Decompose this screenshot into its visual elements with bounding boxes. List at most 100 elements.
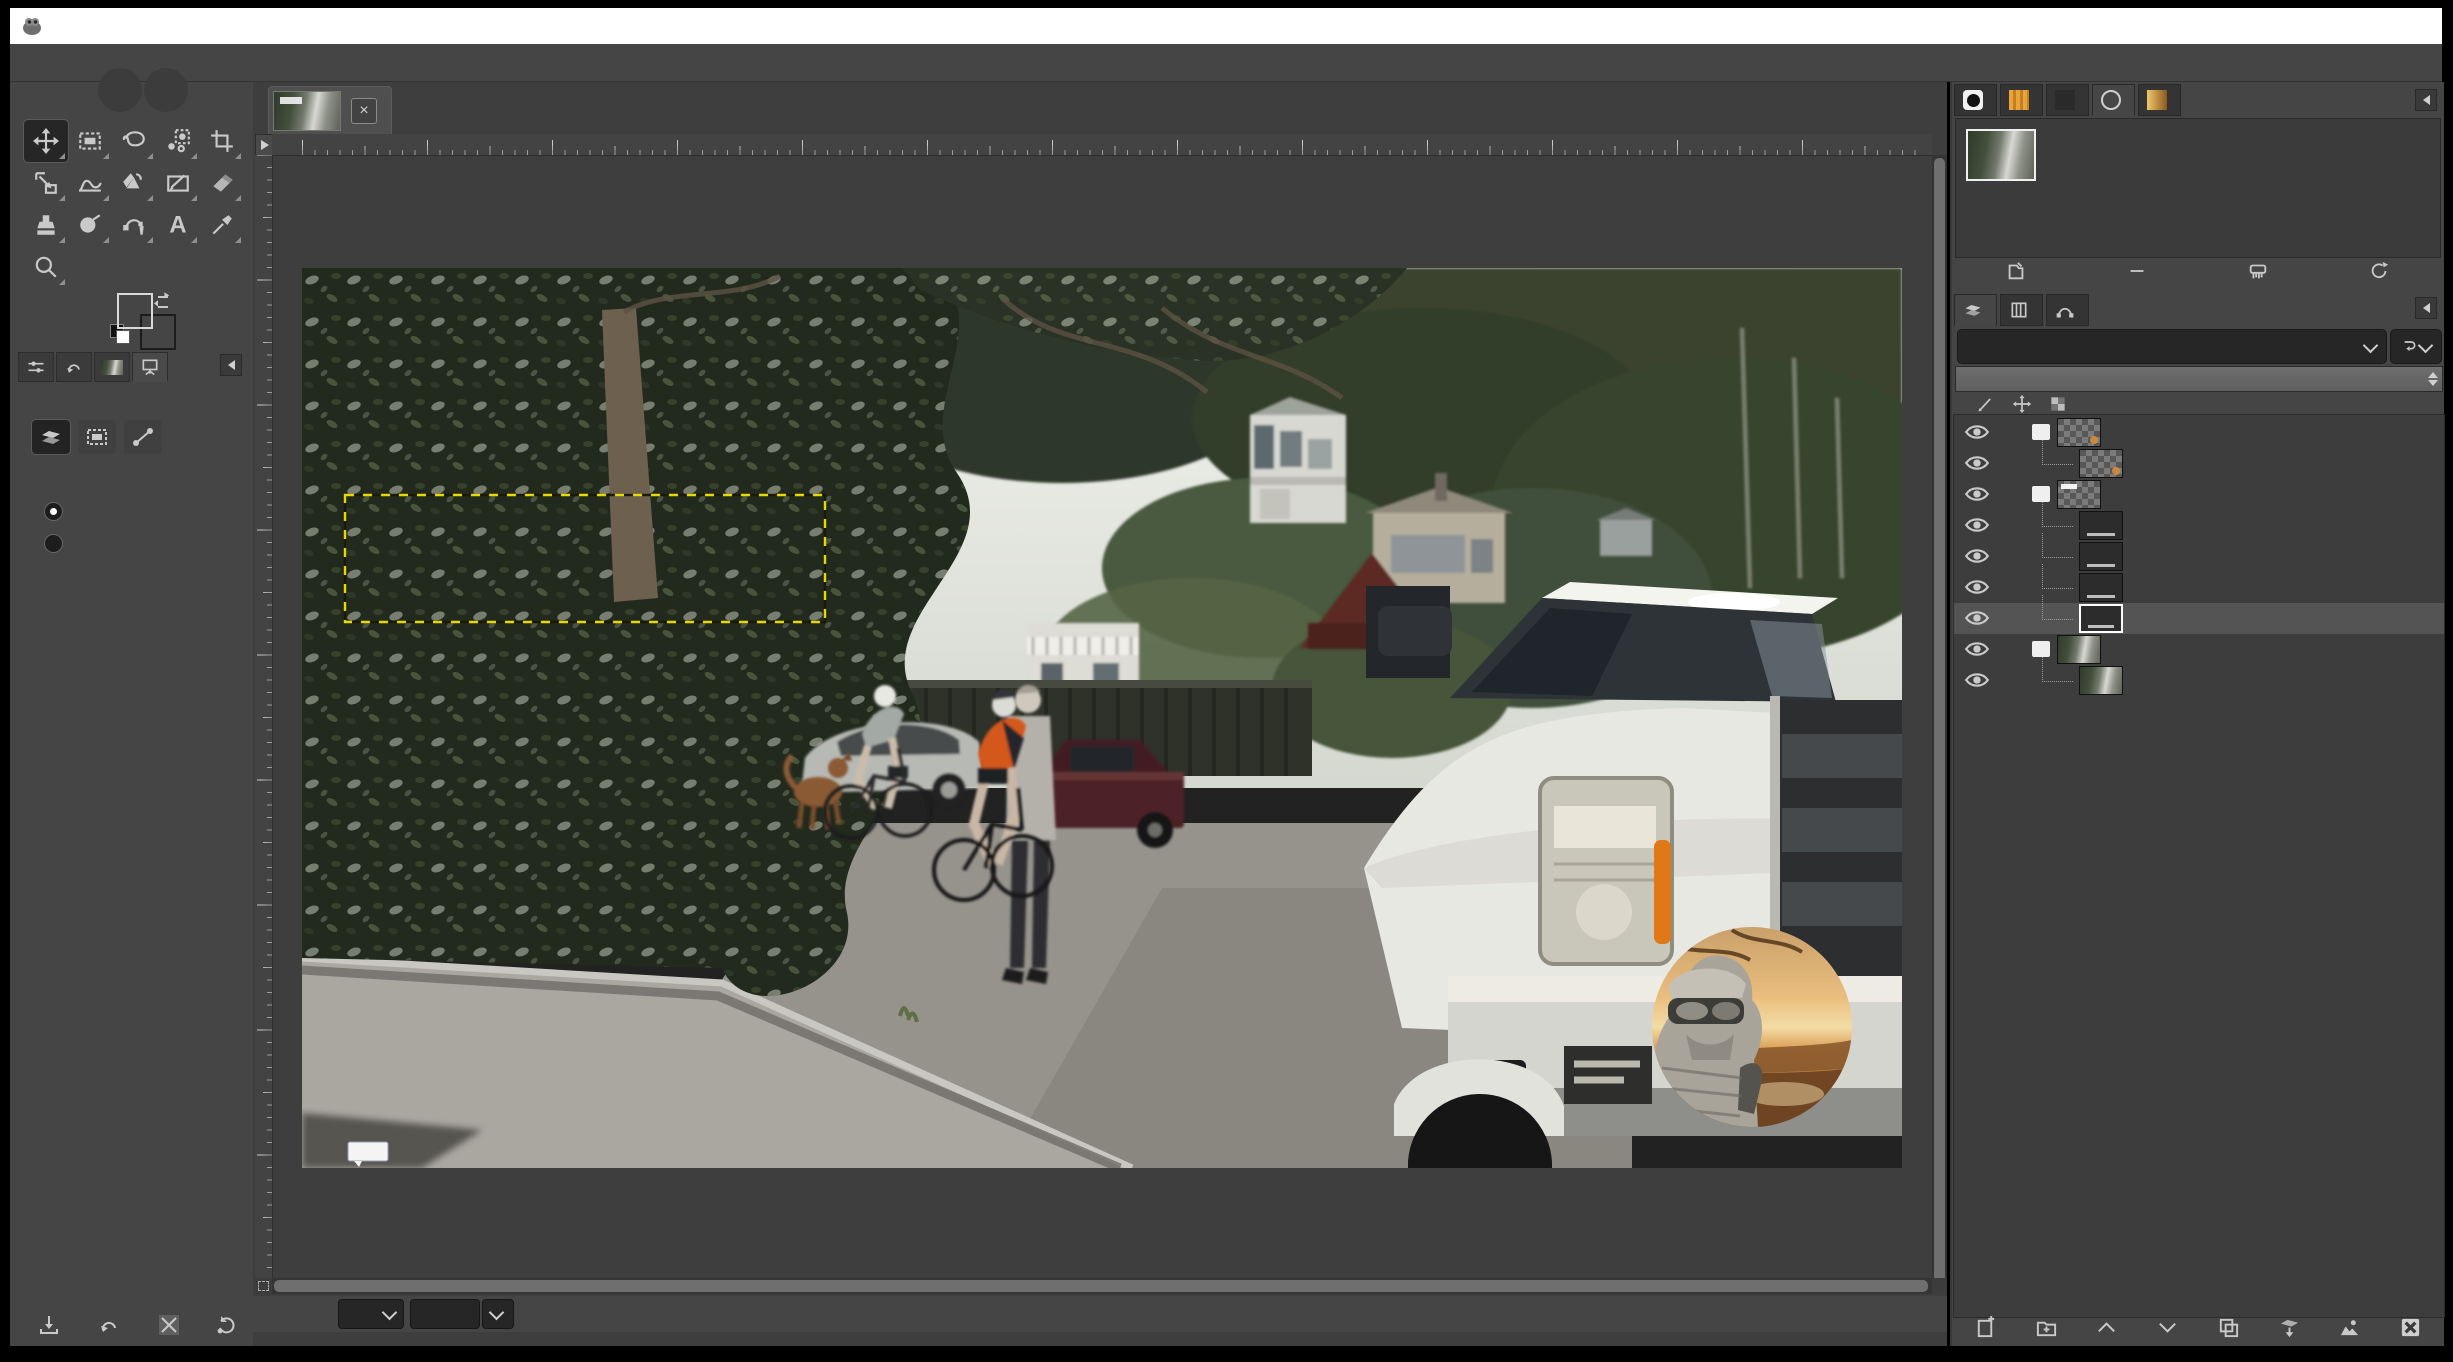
layer-row-title-group[interactable] xyxy=(1954,479,2445,510)
tool-smudge[interactable] xyxy=(68,204,112,246)
tool-paths[interactable] xyxy=(112,204,156,246)
v-scrollbar[interactable] xyxy=(1932,155,1947,1292)
lock-alpha-icon[interactable] xyxy=(2048,394,2068,414)
layer-row-background-group[interactable] xyxy=(1954,634,2445,665)
open-entry-button[interactable] xyxy=(2001,258,2031,284)
layer-row-logo-png[interactable] xyxy=(1954,448,2445,479)
h-ruler[interactable] xyxy=(272,134,1932,156)
menu-colors[interactable] xyxy=(180,59,202,67)
zoom-value[interactable] xyxy=(410,1299,480,1329)
text-layer-icon[interactable] xyxy=(2079,604,2123,633)
mode-dropdown[interactable] xyxy=(1957,329,2387,364)
new-layer-button[interactable] xyxy=(1970,1314,2000,1340)
menu-select[interactable] xyxy=(76,59,98,67)
visibility-eye-icon[interactable] xyxy=(1964,669,1990,691)
menu-edit[interactable] xyxy=(50,59,72,67)
menu-file[interactable] xyxy=(24,59,46,67)
opacity-spinner[interactable] xyxy=(2428,372,2438,386)
tool-eraser[interactable] xyxy=(200,162,244,204)
visibility-eye-icon[interactable] xyxy=(1964,576,1990,598)
tab-paths[interactable] xyxy=(2046,294,2089,326)
remove-entry-button[interactable] xyxy=(2122,258,2152,284)
tool-clone[interactable] xyxy=(24,204,68,246)
tool-move[interactable] xyxy=(24,120,68,162)
tool-paintbrush[interactable] xyxy=(156,162,200,204)
menu-filters[interactable] xyxy=(232,59,254,67)
merge-layer-button[interactable] xyxy=(2274,1314,2304,1340)
menu-image[interactable] xyxy=(128,59,150,67)
fg-color-swatch[interactable] xyxy=(117,293,153,329)
visibility-eye-icon[interactable] xyxy=(1964,545,1990,567)
restore-tool-preset-button[interactable] xyxy=(92,1310,126,1340)
maximize-button[interactable] xyxy=(2333,8,2391,44)
mode-switch-button[interactable] xyxy=(2390,329,2442,364)
visibility-eye-icon[interactable] xyxy=(1964,452,1990,474)
raise-layer-button[interactable] xyxy=(2092,1314,2122,1340)
move-path-mode-button[interactable] xyxy=(124,420,162,454)
new-layer-group-button[interactable] xyxy=(2031,1314,2061,1340)
tool-rectangle-select[interactable] xyxy=(68,120,112,162)
menu-tools[interactable] xyxy=(206,59,228,67)
tab-fonts[interactable] xyxy=(2046,84,2089,116)
tab-patterns[interactable] xyxy=(2000,84,2043,116)
visibility-eye-icon[interactable] xyxy=(1964,638,1990,660)
quickmask-toggle[interactable] xyxy=(255,1278,272,1294)
tab-document-history[interactable] xyxy=(2092,84,2135,116)
text-layer-icon[interactable] xyxy=(2079,573,2123,602)
lock-position-icon[interactable] xyxy=(2012,394,2032,414)
menu-help[interactable] xyxy=(284,59,306,67)
tab-gradients[interactable] xyxy=(2138,84,2181,116)
tool-zoom[interactable] xyxy=(24,246,68,288)
lock-pixels-icon[interactable] xyxy=(1976,394,1996,414)
zoom-select[interactable] xyxy=(482,1299,514,1329)
delete-tool-preset-button[interactable] xyxy=(152,1310,186,1340)
tool-warp[interactable] xyxy=(68,162,112,204)
tab-layers[interactable] xyxy=(1954,294,1997,326)
layer-row-pasted-layer[interactable] xyxy=(1954,665,2445,696)
collapse-dock-button[interactable] xyxy=(2415,89,2437,111)
delete-layer-button[interactable] xyxy=(2396,1314,2426,1340)
opacity-slider[interactable] xyxy=(1955,366,2443,392)
tool-transform[interactable] xyxy=(24,162,68,204)
tool-bucket-fill[interactable] xyxy=(112,162,156,204)
image-tab[interactable]: × xyxy=(268,86,392,135)
menu-view[interactable] xyxy=(102,59,124,67)
tab-tool-presets[interactable] xyxy=(132,352,168,382)
visibility-eye-icon[interactable] xyxy=(1964,421,1990,443)
tool-crop[interactable] xyxy=(200,120,244,162)
tab-channels[interactable] xyxy=(2000,294,2043,326)
radio-move-active[interactable] xyxy=(44,534,75,556)
tab-tool-options[interactable] xyxy=(18,352,54,382)
image-tab-close-icon[interactable]: × xyxy=(351,98,377,124)
layer-row-title-foreground[interactable] xyxy=(1954,510,2445,541)
duplicate-layer-button[interactable] xyxy=(2213,1314,2243,1340)
visibility-eye-icon[interactable] xyxy=(1964,483,1990,505)
tab-undo-history[interactable] xyxy=(56,352,92,382)
visibility-eye-icon[interactable] xyxy=(1964,514,1990,536)
layer-thumbnail[interactable] xyxy=(2079,666,2123,695)
group-expand-toggle[interactable] xyxy=(2032,424,2050,440)
collapse-dock-button[interactable] xyxy=(2415,297,2437,319)
menu-windows[interactable] xyxy=(258,59,280,67)
menu-layer[interactable] xyxy=(154,59,176,67)
h-scrollbar[interactable] xyxy=(272,1278,1932,1294)
swap-colors-icon[interactable] xyxy=(154,289,176,311)
radio-pick-layer[interactable] xyxy=(44,502,75,524)
close-button[interactable] xyxy=(2393,8,2451,44)
layer-row-title-background[interactable] xyxy=(1954,541,2445,572)
move-layer-mode-button[interactable] xyxy=(32,420,70,454)
layer-row-assets[interactable] xyxy=(1954,417,2445,448)
group-expand-toggle[interactable] xyxy=(2032,486,2050,502)
group-expand-toggle[interactable] xyxy=(2032,641,2050,657)
text-layer-icon[interactable] xyxy=(2079,542,2123,571)
tool-color-picker[interactable] xyxy=(200,204,244,246)
collapse-dock-button[interactable] xyxy=(220,354,242,376)
navigation-preview-button[interactable] xyxy=(1932,1278,1947,1294)
layer-row-date-foreground[interactable] xyxy=(1954,572,2445,603)
tool-select-by-color[interactable] xyxy=(156,120,200,162)
reset-tool-options-button[interactable] xyxy=(210,1310,244,1340)
move-selection-mode-button[interactable] xyxy=(78,420,116,454)
refresh-previews-button[interactable] xyxy=(2364,258,2394,284)
v-ruler[interactable] xyxy=(255,155,273,1292)
text-layer-icon[interactable] xyxy=(2079,511,2123,540)
